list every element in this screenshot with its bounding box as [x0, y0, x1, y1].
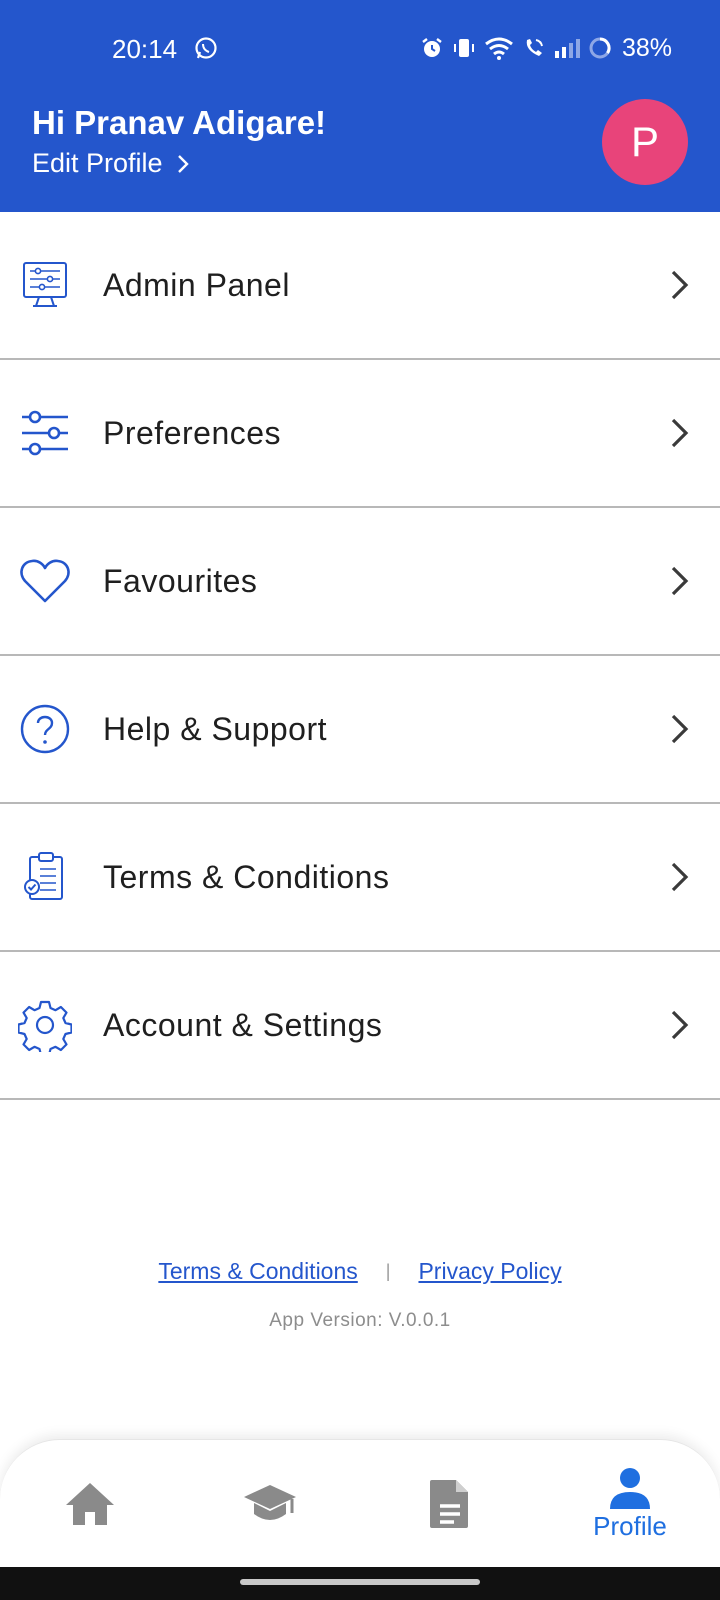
status-icons: 38% — [420, 34, 672, 62]
nav-item-courses[interactable] — [210, 1440, 330, 1568]
chevron-right-icon — [666, 711, 694, 747]
sliders-icon — [18, 406, 72, 460]
nav-item-label: Profile — [593, 1510, 667, 1541]
vibrate-icon — [452, 36, 476, 60]
menu-item-favourites[interactable]: Favourites — [0, 508, 720, 656]
home-icon — [64, 1481, 116, 1527]
footer-links: Terms & Conditions | Privacy Policy — [0, 1258, 720, 1285]
system-gesture-bar — [0, 1567, 720, 1600]
gear-icon — [18, 998, 72, 1052]
edit-profile-label: Edit Profile — [32, 148, 163, 178]
profile-menu: Admin Panel Preferences Favourites Help … — [0, 212, 720, 1100]
bottom-navigation: Profile — [0, 1439, 720, 1567]
menu-item-admin-panel[interactable]: Admin Panel — [0, 212, 720, 360]
clipboard-check-icon — [18, 850, 72, 904]
terms-conditions-link[interactable]: Terms & Conditions — [158, 1258, 357, 1285]
edit-profile-link[interactable]: Edit Profile — [32, 148, 189, 179]
chevron-right-icon — [666, 267, 694, 303]
person-icon — [608, 1467, 652, 1509]
menu-item-label: Account & Settings — [103, 1006, 383, 1043]
menu-item-label: Preferences — [103, 414, 282, 451]
heart-icon — [18, 554, 72, 608]
menu-item-preferences[interactable]: Preferences — [0, 360, 720, 508]
avatar-letter: P — [630, 118, 659, 165]
admin-panel-icon — [18, 258, 72, 312]
whatsapp-notification-icon — [194, 36, 218, 60]
help-circle-icon — [18, 702, 72, 756]
menu-item-help-support[interactable]: Help & Support — [0, 656, 720, 804]
chevron-right-icon — [666, 859, 694, 895]
wifi-calling-icon — [522, 36, 546, 60]
nav-item-documents[interactable] — [390, 1440, 510, 1568]
battery-icon — [588, 36, 612, 60]
nav-item-home[interactable] — [30, 1440, 150, 1568]
menu-item-label: Help & Support — [103, 710, 328, 747]
chevron-right-icon — [666, 563, 694, 599]
home-gesture-handle[interactable] — [240, 1579, 480, 1585]
document-icon — [428, 1478, 472, 1530]
menu-item-label: Admin Panel — [103, 266, 290, 303]
chevron-right-icon — [666, 1007, 694, 1043]
greeting-title: Hi Pranav Adigare! — [32, 104, 327, 141]
avatar[interactable]: P — [602, 99, 688, 185]
nav-item-profile[interactable]: Profile — [570, 1440, 690, 1568]
menu-item-label: Terms & Conditions — [103, 858, 390, 895]
signal-icon — [554, 37, 580, 59]
graduation-cap-icon — [242, 1481, 298, 1527]
status-time: 20:14 — [112, 34, 178, 64]
app-version: App Version: V.0.0.1 — [269, 1310, 451, 1331]
privacy-policy-link[interactable]: Privacy Policy — [418, 1258, 561, 1285]
alarm-icon — [420, 36, 444, 60]
battery-percentage: 38% — [622, 33, 673, 62]
chevron-right-icon — [177, 154, 189, 174]
menu-item-label: Favourites — [103, 562, 258, 599]
profile-header: 20:14 38% Hi Pranav Adigare! Edit Profil… — [0, 0, 720, 212]
menu-item-terms-conditions[interactable]: Terms & Conditions — [0, 804, 720, 952]
chevron-right-icon — [666, 415, 694, 451]
menu-item-account-settings[interactable]: Account & Settings — [0, 952, 720, 1100]
wifi-icon — [484, 36, 514, 60]
status-bar: 20:14 38% — [0, 0, 720, 96]
footer-separator: | — [385, 1261, 391, 1281]
